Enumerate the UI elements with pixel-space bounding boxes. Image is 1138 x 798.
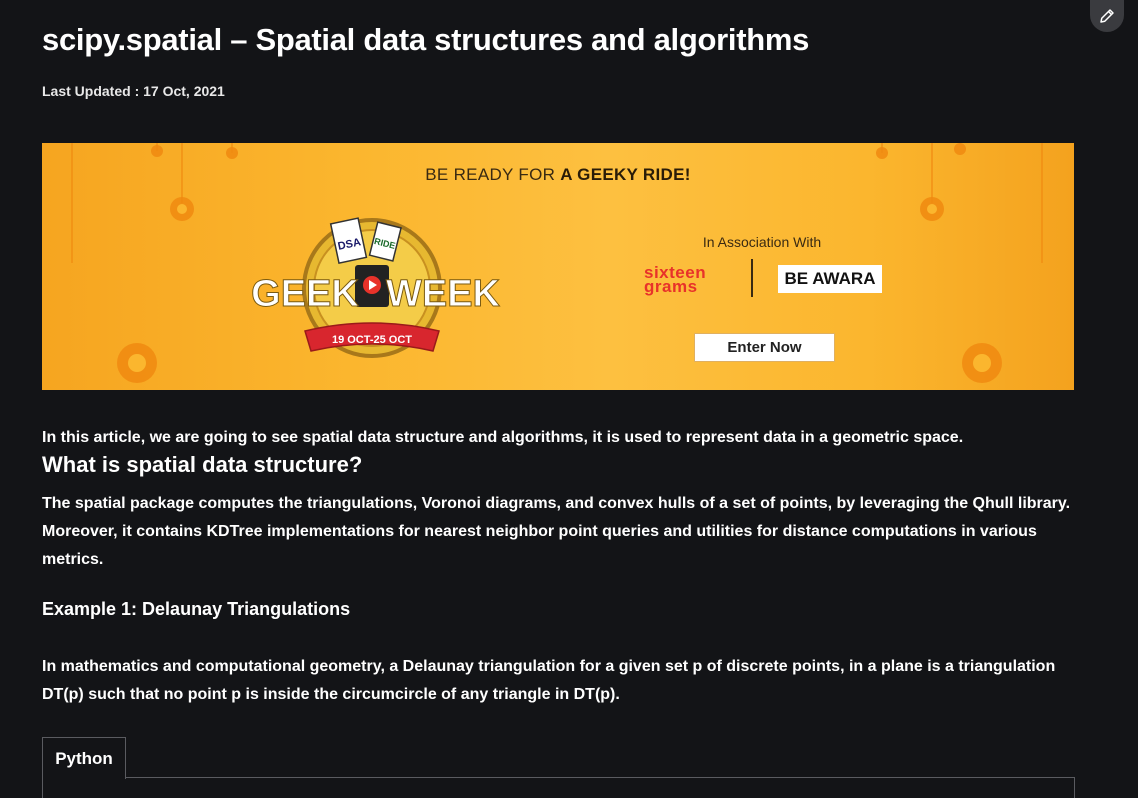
geek-week-logo: DSA RIDE GEEK WEEK 19 OCT-25 OCT — [251, 217, 501, 358]
section-heading: What is spatial data structure? — [42, 452, 363, 477]
intro-paragraph: In this article, we are going to see spa… — [42, 429, 964, 446]
banner-headline: BE READY FOR A GEEKY RIDE! — [425, 165, 691, 184]
example-paragraph: In mathematics and computational geometr… — [42, 658, 1056, 703]
svg-text:GEEK: GEEK — [251, 273, 359, 315]
article-title: scipy.spatial – Spatial data structures … — [42, 22, 810, 57]
pencil-icon — [1100, 9, 1114, 23]
be-awara-logo: BE AWARA — [778, 265, 882, 293]
code-block — [42, 777, 1075, 798]
svg-text:19 OCT-25 OCT: 19 OCT-25 OCT — [332, 334, 412, 346]
sixteen-grams-logo: sixteen grams — [644, 263, 707, 296]
association-label: In Association With — [702, 234, 822, 250]
last-updated: Last Updated : 17 Oct, 2021 — [42, 83, 225, 99]
geek-week-banner[interactable]: BE READY FOR A GEEKY RIDE! DSA RIDE GEEK… — [42, 143, 1074, 390]
example-heading: Example 1: Delaunay Triangulations — [42, 599, 351, 619]
partner-divider — [751, 259, 753, 297]
section-paragraph: The spatial package computes the triangu… — [42, 495, 1071, 568]
enter-now-button[interactable]: Enter Now — [694, 333, 835, 362]
svg-text:WEEK: WEEK — [386, 273, 501, 315]
edit-article-button[interactable] — [1090, 0, 1124, 32]
tab-python[interactable]: Python — [42, 737, 126, 779]
